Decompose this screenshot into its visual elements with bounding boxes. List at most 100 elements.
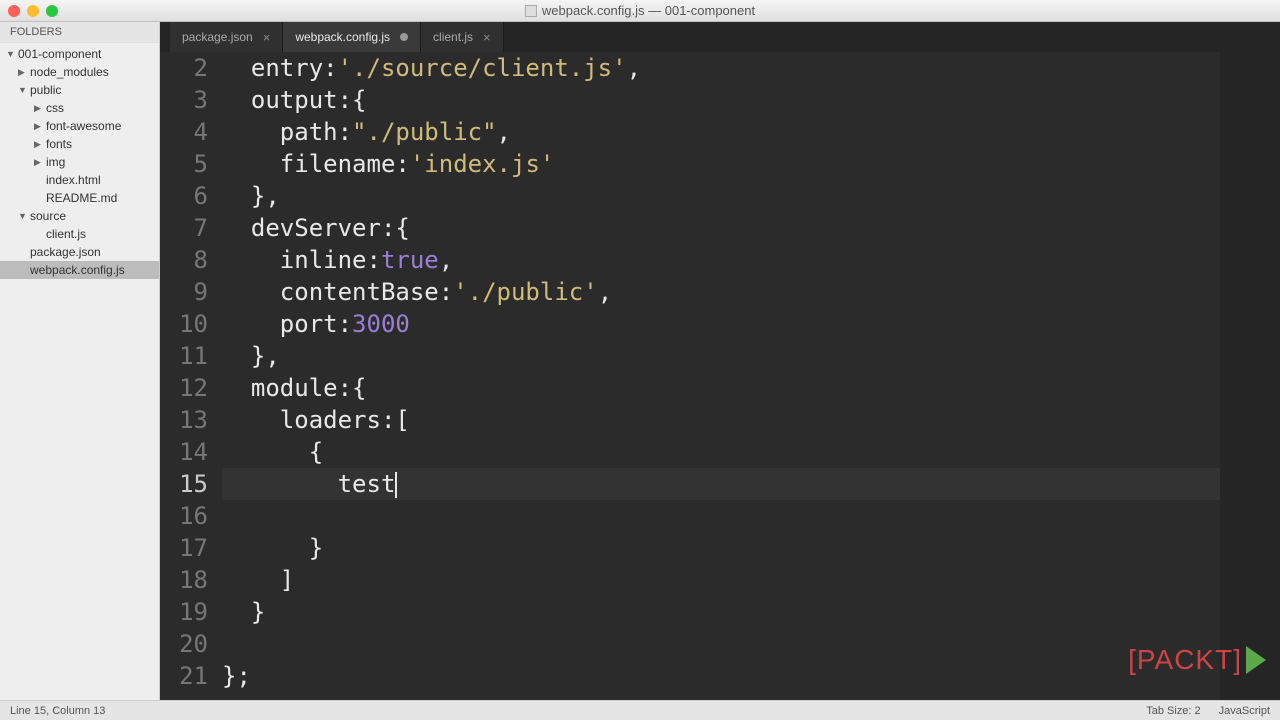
close-icon[interactable]: ×: [483, 30, 491, 45]
tab-bar: package.json × webpack.config.js client.js×: [160, 22, 1280, 52]
minimize-window-button[interactable]: [27, 5, 39, 17]
line-number: 21: [160, 660, 208, 692]
code-line[interactable]: devServer:{: [222, 212, 1220, 244]
tree-item[interactable]: ▼public: [0, 81, 159, 99]
editor-tab[interactable]: client.js×: [421, 22, 504, 52]
code-token: ,: [598, 278, 612, 306]
code-line[interactable]: {: [222, 436, 1220, 468]
code-line[interactable]: [222, 500, 1220, 532]
code-line[interactable]: entry:'./source/client.js',: [222, 52, 1220, 84]
code-line[interactable]: test: [222, 468, 1220, 500]
chevron-down-icon[interactable]: ▼: [18, 211, 28, 221]
editor-area: package.json × webpack.config.js client.js×…: [160, 22, 1280, 700]
code-token: port:: [222, 310, 352, 338]
chevron-right-icon[interactable]: ▶: [34, 121, 44, 132]
code-token: loaders:[: [222, 406, 410, 434]
code-line[interactable]: inline:true,: [222, 244, 1220, 276]
tree-item[interactable]: ▶node_modules: [0, 63, 159, 81]
code-token: filename:: [222, 150, 410, 178]
tab-label: webpack.config.js: [295, 30, 390, 44]
line-number: 19: [160, 596, 208, 628]
chevron-down-icon[interactable]: ▼: [6, 49, 16, 59]
code-token: ,: [497, 118, 511, 146]
editor-tab[interactable]: package.json ×: [170, 22, 283, 52]
line-number: 9: [160, 276, 208, 308]
code-line[interactable]: loaders:[: [222, 404, 1220, 436]
line-number: 18: [160, 564, 208, 596]
tree-item-label: package.json: [30, 245, 101, 259]
minimap[interactable]: [1220, 52, 1280, 700]
code-content[interactable]: entry:'./source/client.js', output:{ pat…: [222, 52, 1220, 700]
code-token: ,: [439, 246, 453, 274]
chevron-right-icon[interactable]: ▶: [18, 67, 28, 78]
tree-item[interactable]: README.md: [0, 189, 159, 207]
window-title-text: webpack.config.js — 001-component: [542, 3, 755, 18]
tree-item-label: 001-component: [18, 47, 101, 61]
code-line[interactable]: }: [222, 532, 1220, 564]
tree-item[interactable]: ▶font-awesome: [0, 117, 159, 135]
code-token: devServer:{: [222, 214, 410, 242]
tree-item[interactable]: ▶css: [0, 99, 159, 117]
code-token: output:{: [222, 86, 367, 114]
chevron-right-icon[interactable]: ▶: [34, 103, 44, 114]
line-number: 2: [160, 52, 208, 84]
code-line[interactable]: path:"./public",: [222, 116, 1220, 148]
code-line[interactable]: }: [222, 596, 1220, 628]
line-number: 20: [160, 628, 208, 660]
code-line[interactable]: ]: [222, 564, 1220, 596]
tree-item[interactable]: ▶fonts: [0, 135, 159, 153]
line-number: 16: [160, 500, 208, 532]
status-language[interactable]: JavaScript: [1219, 705, 1270, 717]
code-line[interactable]: };: [222, 660, 1220, 692]
code-token: test: [222, 470, 395, 498]
editor-tab[interactable]: webpack.config.js: [283, 22, 421, 52]
tree-item[interactable]: index.html: [0, 171, 159, 189]
tree-item-label: README.md: [46, 191, 117, 205]
close-icon[interactable]: ×: [263, 30, 271, 45]
chevron-down-icon[interactable]: ▼: [18, 85, 28, 95]
code-line[interactable]: contentBase:'./public',: [222, 276, 1220, 308]
tree-item-label: public: [30, 83, 61, 97]
code-token: entry:: [222, 54, 338, 82]
code-line[interactable]: },: [222, 340, 1220, 372]
line-number: 6: [160, 180, 208, 212]
dirty-indicator-icon: [400, 33, 408, 41]
chevron-right-icon[interactable]: ▶: [34, 139, 44, 150]
tree-item[interactable]: client.js: [0, 225, 159, 243]
line-number: 3: [160, 84, 208, 116]
tree-item[interactable]: webpack.config.js: [0, 261, 159, 279]
tree-item[interactable]: ▼source: [0, 207, 159, 225]
code-line[interactable]: filename:'index.js': [222, 148, 1220, 180]
tab-label: package.json: [182, 30, 253, 44]
watermark: [PACKT]: [1128, 644, 1266, 676]
titlebar: webpack.config.js — 001-component: [0, 0, 1280, 22]
tree-item[interactable]: ▶img: [0, 153, 159, 171]
tree-item[interactable]: package.json: [0, 243, 159, 261]
tree-item[interactable]: ▼001-component: [0, 45, 159, 63]
code-token: {: [222, 438, 323, 466]
sidebar-header: FOLDERS: [0, 22, 159, 43]
status-cursor-position[interactable]: Line 15, Column 13: [10, 705, 105, 717]
tree-item-label: source: [30, 209, 66, 223]
code-line[interactable]: module:{: [222, 372, 1220, 404]
code-token: 'index.js': [410, 150, 555, 178]
chevron-right-icon[interactable]: ▶: [34, 157, 44, 168]
code-token: module:{: [222, 374, 367, 402]
code-line[interactable]: output:{: [222, 84, 1220, 116]
tree-item-label: client.js: [46, 227, 86, 241]
code-area[interactable]: 23456789101112131415161718192021 entry:'…: [160, 52, 1280, 700]
tree-item-label: index.html: [46, 173, 101, 187]
line-number: 7: [160, 212, 208, 244]
code-line[interactable]: },: [222, 180, 1220, 212]
line-number: 11: [160, 340, 208, 372]
status-tab-size[interactable]: Tab Size: 2: [1146, 705, 1200, 717]
tree-item-label: node_modules: [30, 65, 109, 79]
zoom-window-button[interactable]: [46, 5, 58, 17]
code-line[interactable]: port:3000: [222, 308, 1220, 340]
code-token: './source/client.js': [338, 54, 627, 82]
close-window-button[interactable]: [8, 5, 20, 17]
code-line[interactable]: [222, 628, 1220, 660]
file-icon: [525, 5, 537, 17]
file-tree[interactable]: ▼001-component▶node_modules▼public▶css▶f…: [0, 43, 159, 700]
window-title: webpack.config.js — 001-component: [525, 3, 755, 18]
